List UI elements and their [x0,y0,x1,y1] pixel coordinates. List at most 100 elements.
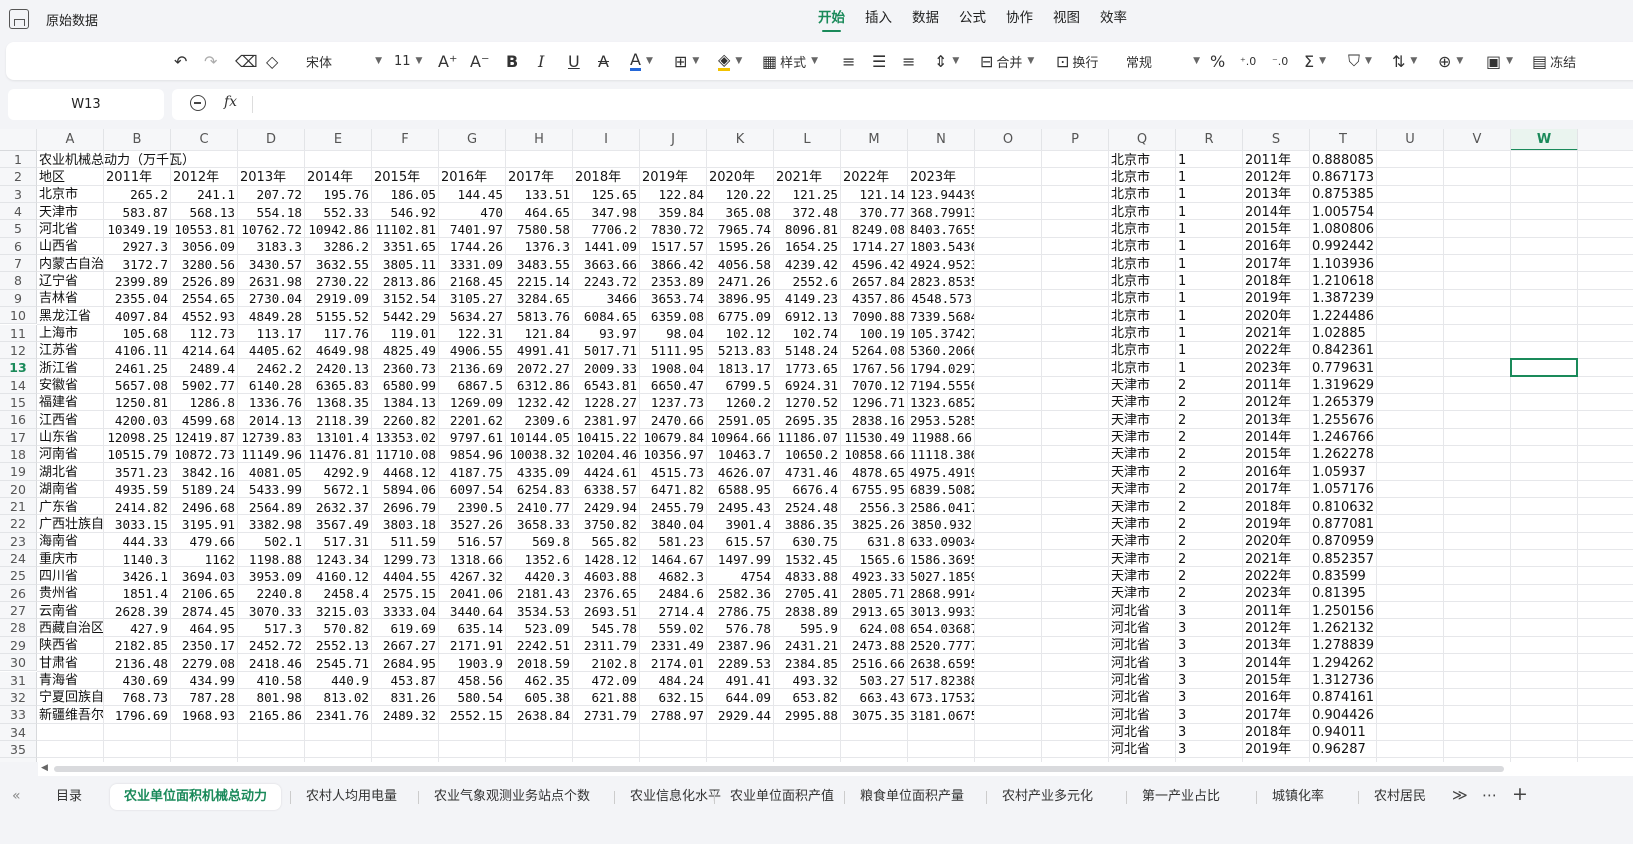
cell-H15[interactable]: 1232.42 [508,394,572,411]
decrease-font-icon[interactable]: A⁻ [470,50,489,72]
cell-S6[interactable]: 2016年 [1245,238,1309,255]
cell-H23[interactable]: 569.8 [508,533,572,550]
cell-I15[interactable]: 1228.27 [575,394,639,411]
cell-H26[interactable]: 2181.43 [508,585,572,602]
cell-G19[interactable]: 4187.75 [441,464,505,481]
horizontal-scrollbar[interactable]: ◀ [38,762,1633,776]
cell-N24[interactable]: 1586.3695 [910,551,974,568]
number-format-select[interactable]: 常规 ▼ [1126,50,1200,72]
cell-A6[interactable]: 山西省 [39,238,103,255]
cell-T9[interactable]: 1.387239 [1312,290,1376,307]
row-header-5[interactable]: 5 [0,220,37,238]
row-header-16[interactable]: 16 [0,411,37,429]
row-header-6[interactable]: 6 [0,237,37,256]
cell-A11[interactable]: 上海市 [39,325,103,342]
cell-S8[interactable]: 2018年 [1245,273,1309,290]
cell-Q35[interactable]: 河北省 [1111,741,1175,758]
cell-A17[interactable]: 山东省 [39,429,103,446]
cell-D3[interactable]: 207.72 [240,186,304,203]
cell-R22[interactable]: 2 [1178,516,1242,533]
row-header-18[interactable]: 18 [0,445,37,464]
cell-F19[interactable]: 4468.12 [374,464,438,481]
column-header-C[interactable]: C [171,129,238,151]
cell-J6[interactable]: 1517.57 [642,238,706,255]
cell-C23[interactable]: 479.66 [173,533,237,550]
cell-Q20[interactable]: 天津市 [1111,481,1175,498]
cell-F10[interactable]: 5442.29 [374,308,438,325]
cell-H17[interactable]: 10144.05 [508,429,572,446]
cell-R25[interactable]: 2 [1178,568,1242,585]
cell-D31[interactable]: 410.58 [240,672,304,689]
menu-tab-2[interactable]: 数据 [902,8,949,32]
save-icon[interactable] [9,9,29,29]
styles-button[interactable]: ▦ 样式 ▼ [762,50,818,72]
cell-M32[interactable]: 663.43 [843,689,907,706]
cell-B25[interactable]: 3426.1 [106,568,170,585]
cell-S16[interactable]: 2013年 [1245,412,1309,429]
fill-color-icon[interactable]: ◈ ▼ [718,50,742,72]
cell-I17[interactable]: 10415.22 [575,429,639,446]
row-header-14[interactable]: 14 [0,376,37,394]
eraser-icon[interactable]: ◇ [266,50,278,72]
cell-T29[interactable]: 1.278839 [1312,637,1376,654]
cell-K8[interactable]: 2471.26 [709,273,773,290]
cell-D12[interactable]: 4405.62 [240,342,304,359]
cell-A20[interactable]: 湖南省 [39,481,103,498]
cell-E20[interactable]: 5672.1 [307,481,371,498]
cell-C11[interactable]: 112.73 [173,325,237,342]
menu-tab-1[interactable]: 插入 [855,8,902,32]
cell-E25[interactable]: 4160.12 [307,568,371,585]
cell-K5[interactable]: 7965.74 [709,221,773,238]
borders-icon[interactable]: ⊞ ▼ [674,50,699,72]
cell-K24[interactable]: 1497.99 [709,551,773,568]
cell-H11[interactable]: 121.84 [508,325,572,342]
cell-R34[interactable]: 3 [1178,724,1242,741]
cell-G26[interactable]: 2041.06 [441,585,505,602]
cell-N6[interactable]: 1803.5436 [910,238,974,255]
cell-S24[interactable]: 2021年 [1245,551,1309,568]
cell-F18[interactable]: 11710.08 [374,446,438,463]
cell-D32[interactable]: 801.98 [240,689,304,706]
sum-icon[interactable]: Σ ▼ [1304,50,1326,72]
cell-S31[interactable]: 2015年 [1245,672,1309,689]
cell-J28[interactable]: 559.02 [642,620,706,637]
cell-L20[interactable]: 6676.4 [776,481,840,498]
cell-K3[interactable]: 120.22 [709,186,773,203]
align-right-icon[interactable]: ≡ [902,50,915,72]
cell-C30[interactable]: 2279.08 [173,655,237,672]
cell-K32[interactable]: 644.09 [709,689,773,706]
cell-I6[interactable]: 1441.09 [575,238,639,255]
column-header-E[interactable]: E [305,129,372,151]
cell-M12[interactable]: 5264.08 [843,342,907,359]
cell-D27[interactable]: 3070.33 [240,603,304,620]
cell-S4[interactable]: 2014年 [1245,204,1309,221]
cell-M28[interactable]: 624.08 [843,620,907,637]
column-header-L[interactable]: L [774,129,841,151]
cell-S21[interactable]: 2018年 [1245,499,1309,516]
row-header-2[interactable]: 2 [0,168,37,186]
cell-D30[interactable]: 2418.46 [240,655,304,672]
cell-J7[interactable]: 3866.42 [642,256,706,273]
cell-F30[interactable]: 2684.95 [374,655,438,672]
cell-H2[interactable]: 2017年 [508,169,572,186]
cell-R14[interactable]: 2 [1178,377,1242,394]
cell-R17[interactable]: 2 [1178,429,1242,446]
cell-G4[interactable]: 470 [441,204,505,221]
cell-M14[interactable]: 7070.12 [843,377,907,394]
cell-M25[interactable]: 4923.33 [843,568,907,585]
scroll-thumb[interactable] [54,766,1504,772]
row-header-22[interactable]: 22 [0,515,37,533]
cell-H25[interactable]: 4420.3 [508,568,572,585]
menu-tab-6[interactable]: 效率 [1090,8,1137,32]
cell-A24[interactable]: 重庆市 [39,551,103,568]
cell-Q23[interactable]: 天津市 [1111,533,1175,550]
scroll-left-icon[interactable]: ◀ [41,763,48,773]
cell-L5[interactable]: 8096.81 [776,221,840,238]
cell-R26[interactable]: 2 [1178,585,1242,602]
cell-B4[interactable]: 583.87 [106,204,170,221]
column-header-D[interactable]: D [238,129,305,151]
cell-L11[interactable]: 102.74 [776,325,840,342]
cell-N29[interactable]: 2520.7777 [910,637,974,654]
cell-M13[interactable]: 1767.56 [843,360,907,377]
cell-L15[interactable]: 1270.52 [776,394,840,411]
